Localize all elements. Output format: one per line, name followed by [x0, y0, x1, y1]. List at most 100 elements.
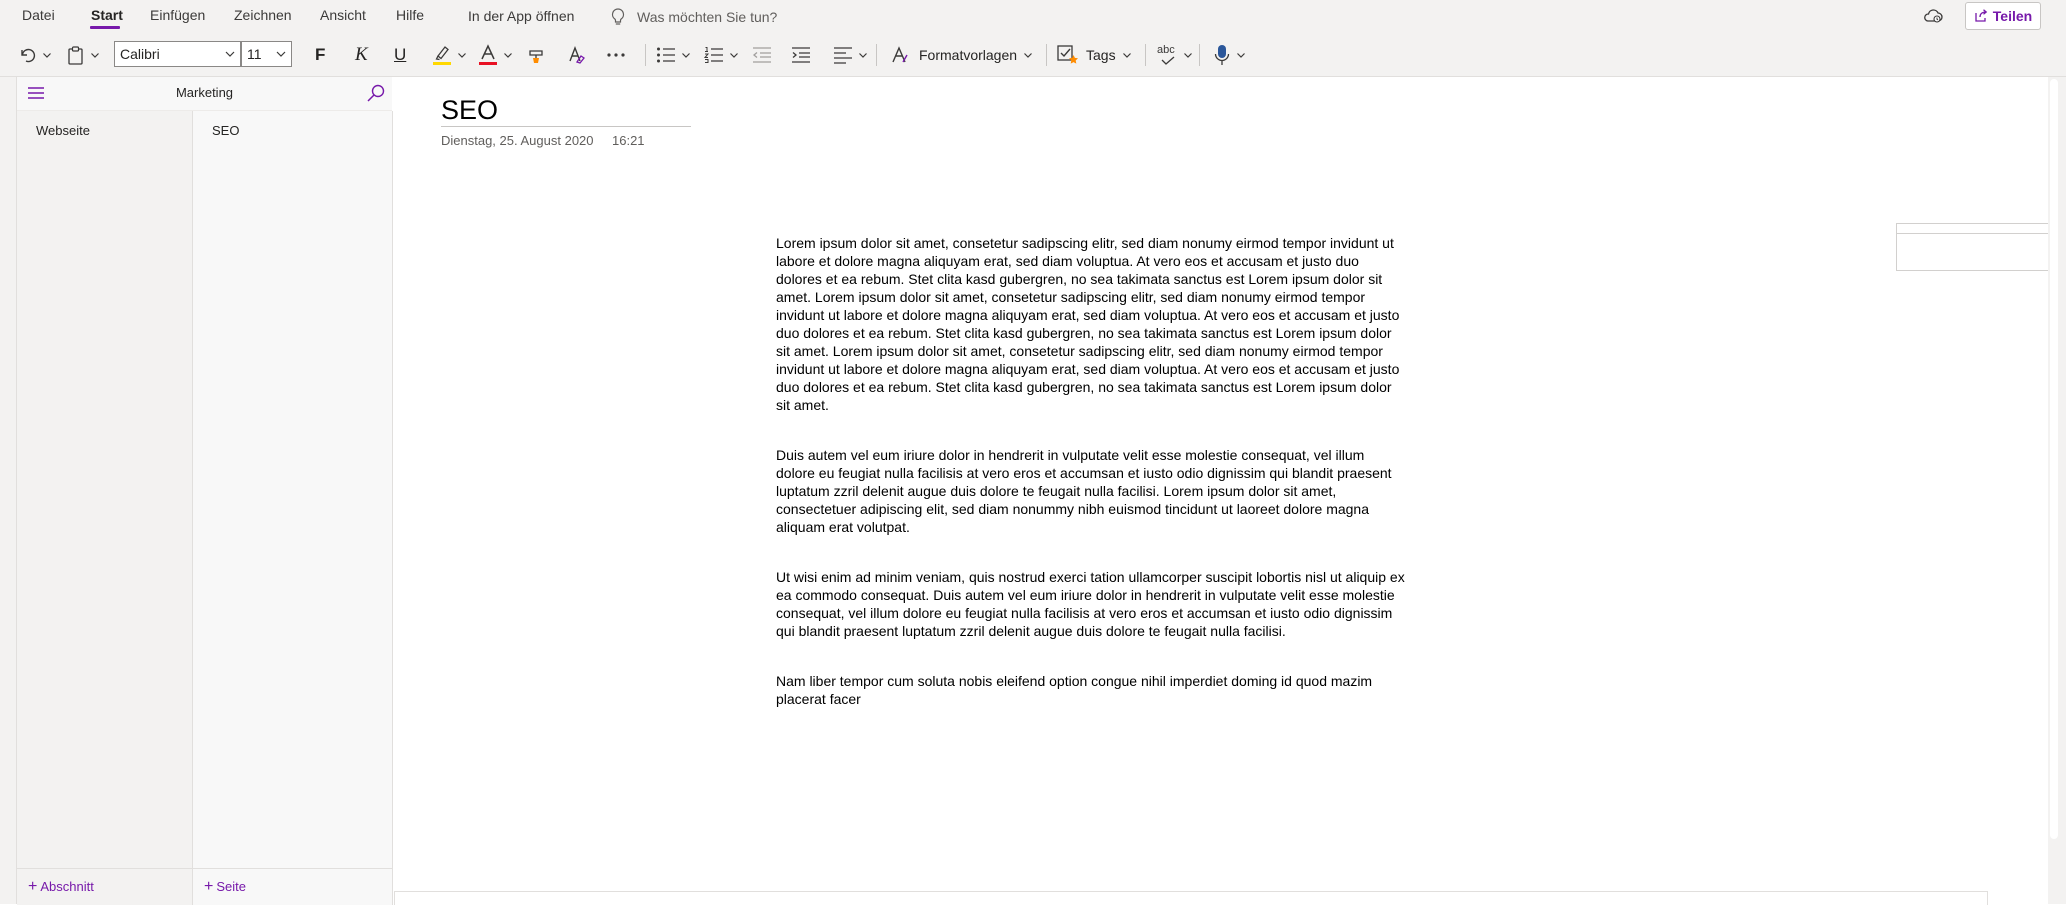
microphone-icon: [1214, 45, 1230, 65]
lightbulb-icon: [611, 8, 625, 25]
undo-button[interactable]: [18, 42, 52, 68]
title-underline: [441, 126, 691, 127]
plus-icon: +: [28, 877, 38, 895]
clear-formatting-button[interactable]: [566, 42, 586, 68]
chevron-down-icon: [91, 53, 99, 58]
menu-bar: Datei Start Einfügen Zeichnen Ansicht Hi…: [0, 0, 2066, 34]
page-canvas[interactable]: SEO Dienstag, 25. August 2020 16:21 Lore…: [393, 77, 2048, 904]
page-item-seo[interactable]: SEO: [193, 121, 392, 151]
styles-button[interactable]: Formatvorlagen: [890, 42, 1033, 68]
tag-checkbox-icon: [1057, 45, 1078, 64]
share-label: Teilen: [1992, 8, 2033, 24]
bullet-list-button[interactable]: [656, 42, 691, 68]
add-section-button[interactable]: + Abschnitt: [28, 877, 94, 895]
sync-status-icon[interactable]: [1923, 8, 1943, 29]
spelling-label: abc: [1157, 44, 1175, 56]
search-button[interactable]: [366, 83, 386, 108]
menu-tab-insert[interactable]: Einfügen: [150, 5, 205, 25]
font-name-value: Calibri: [120, 46, 160, 62]
note-paragraph[interactable]: Ut wisi enim ad minim veniam, quis nostr…: [776, 568, 1406, 640]
add-page-button[interactable]: + Seite: [204, 877, 246, 895]
pages-footer: + Seite: [193, 868, 393, 905]
chevron-down-icon: [276, 51, 286, 57]
bold-label: F: [315, 45, 326, 64]
side-panel-divider: [1897, 233, 2049, 234]
plus-icon: +: [204, 877, 214, 895]
decrease-indent-icon: [752, 47, 771, 63]
chevron-down-icon: [504, 53, 512, 58]
format-painter-button[interactable]: [527, 42, 547, 68]
menu-tab-help[interactable]: Hilfe: [396, 5, 424, 25]
vertical-scrollbar-thumb[interactable]: [2050, 79, 2058, 839]
ribbon-separator: [1199, 44, 1200, 66]
format-painter-icon: [529, 50, 543, 63]
chevron-down-icon: [859, 53, 867, 58]
chevron-down-icon: [458, 53, 466, 58]
clipboard-icon: [68, 45, 83, 65]
spelling-button[interactable]: abc: [1157, 42, 1193, 68]
menu-tab-view[interactable]: Ansicht: [320, 5, 366, 25]
font-name-select[interactable]: Calibri: [114, 41, 241, 67]
spelling-icon: abc: [1157, 44, 1179, 66]
page-date: Dienstag, 25. August 2020: [441, 133, 594, 148]
numbered-list-button[interactable]: [704, 42, 739, 68]
search-icon: [367, 84, 385, 102]
pages-pane: SEO: [193, 111, 393, 868]
chevron-down-icon: [1024, 53, 1032, 58]
notebook-header: Marketing: [17, 77, 392, 111]
menu-tab-file[interactable]: Datei: [22, 5, 55, 25]
clear-formatting-icon: [569, 46, 585, 64]
menu-tab-home[interactable]: Start: [91, 5, 123, 25]
bold-button[interactable]: F: [315, 42, 325, 68]
more-options-button[interactable]: [606, 42, 626, 68]
note-paragraph[interactable]: Lorem ipsum dolor sit amet, consetetur s…: [776, 234, 1406, 414]
tell-me-search[interactable]: Was möchten Sie tun?: [611, 8, 777, 26]
page-time: 16:21: [612, 133, 645, 148]
note-paragraph[interactable]: Nam liber tempor cum soluta nobis eleife…: [776, 672, 1406, 708]
increase-indent-button[interactable]: [791, 42, 811, 68]
ribbon-toolbar: Calibri 11 F K U Formatvorlagen Tags abc: [0, 34, 2066, 77]
chevron-down-icon: [1122, 53, 1131, 58]
chevron-down-icon: [43, 53, 51, 58]
side-panel-stub[interactable]: [1896, 223, 2049, 271]
note-paragraph[interactable]: Duis autem vel eum iriure dolor in hendr…: [776, 446, 1406, 536]
sections-footer: + Abschnitt: [17, 868, 193, 905]
horizontal-scrollbar[interactable]: [394, 891, 1988, 905]
chevron-down-icon: [730, 53, 738, 58]
styles-icon: [892, 46, 908, 63]
font-color-button[interactable]: [478, 42, 513, 68]
chevron-down-icon: [225, 51, 235, 57]
increase-indent-icon: [792, 47, 810, 63]
highlighter-icon: [433, 46, 451, 65]
bullet-list-icon: [657, 47, 675, 63]
underline-button[interactable]: U: [394, 42, 406, 68]
tags-label: Tags: [1086, 47, 1116, 63]
clipboard-button[interactable]: [67, 42, 100, 68]
sections-pane: Webseite: [17, 111, 193, 868]
ribbon-separator: [645, 44, 646, 66]
highlight-color-button[interactable]: [432, 42, 467, 68]
add-page-label: Seite: [216, 879, 246, 894]
ribbon-separator: [876, 44, 877, 66]
open-in-app-button[interactable]: In der App öffnen: [468, 8, 574, 24]
italic-button[interactable]: K: [355, 42, 368, 68]
align-left-icon: [834, 47, 852, 64]
tags-button[interactable]: Tags: [1057, 42, 1132, 68]
font-size-select[interactable]: 11: [241, 41, 292, 67]
decrease-indent-button[interactable]: [752, 42, 772, 68]
note-container[interactable]: Lorem ipsum dolor sit amet, consetetur s…: [776, 234, 1406, 740]
share-button[interactable]: Teilen: [1965, 2, 2041, 30]
dictate-button[interactable]: [1214, 42, 1246, 68]
section-item-webseite[interactable]: Webseite: [17, 121, 192, 151]
undo-icon: [21, 48, 36, 63]
menu-tab-draw[interactable]: Zeichnen: [234, 5, 292, 25]
chevron-down-icon: [1237, 53, 1245, 58]
numbered-list-icon: [704, 47, 723, 63]
more-icon: [607, 53, 625, 57]
styles-label: Formatvorlagen: [919, 47, 1018, 63]
chevron-down-icon: [1184, 53, 1192, 58]
italic-label: K: [355, 44, 368, 65]
paragraph-align-button[interactable]: [833, 42, 868, 68]
notebook-title[interactable]: Marketing: [17, 85, 392, 100]
page-title[interactable]: SEO: [441, 95, 498, 126]
